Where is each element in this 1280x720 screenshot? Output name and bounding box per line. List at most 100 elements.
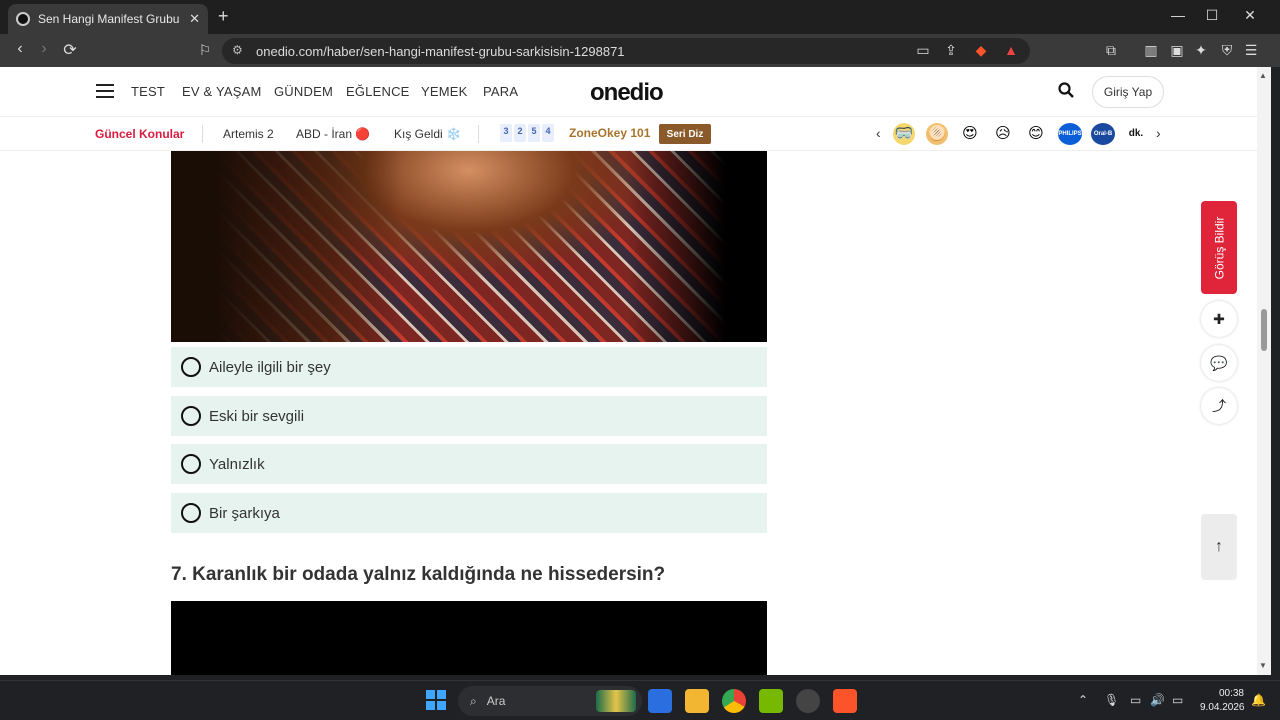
okey-tiles[interactable]: 3254 (500, 124, 554, 142)
emoji-reaction[interactable]: 🥽 (893, 123, 915, 145)
emoji-reaction[interactable]: 😍 (959, 123, 981, 145)
microphone-icon[interactable]: 🎙 (1104, 693, 1119, 707)
nvidia-icon[interactable] (759, 689, 783, 713)
system-clock[interactable]: 00:38 9.04.2026 (1200, 687, 1245, 715)
brave-icon[interactable] (833, 689, 857, 713)
web-page: TEST EV & YAŞAM GÜNDEM EĞLENCE YEMEK PAR… (0, 67, 1257, 675)
chevron-right-icon[interactable]: › (1156, 125, 1161, 141)
window-close-icon[interactable]: ✕ (1240, 7, 1260, 24)
question-image (171, 601, 767, 675)
quiz-option[interactable]: Yalnızlık (171, 444, 767, 484)
tray-chevron-icon[interactable]: ⌃ (1078, 693, 1088, 707)
brand-dk[interactable]: dk. (1124, 123, 1148, 145)
tab-search-icon[interactable]: ⧉ (1102, 42, 1120, 59)
nav-eglence[interactable]: EĞLENCE (346, 84, 410, 99)
scroll-up-icon[interactable]: ▲ (1259, 71, 1267, 80)
emoji-reaction[interactable]: 🫓 (926, 123, 948, 145)
quiz-option[interactable]: Bir şarkıya (171, 493, 767, 533)
volume-icon[interactable]: 🔊 (1150, 693, 1165, 707)
notifications-icon[interactable]: 🔔 (1251, 693, 1266, 707)
brave-shields-icon[interactable]: ◆ (972, 42, 990, 59)
windows-taskbar: ⌕ Ara ⌃ 🎙 ▭ 🔊 ▭ 00:38 9.04.2026 🔔 (0, 680, 1280, 720)
topic-kis-geldi[interactable]: Kış Geldi ❄️ (394, 127, 461, 141)
windows-start-icon[interactable] (426, 690, 446, 710)
emoji-reaction[interactable]: 😊 (1025, 123, 1047, 145)
minimize-icon[interactable]: — (1168, 7, 1188, 23)
forward-icon[interactable]: › (34, 40, 54, 58)
quiz-option[interactable]: Eski bir sevgili (171, 396, 767, 436)
new-tab-button[interactable]: + (218, 6, 229, 27)
search-icon[interactable] (1058, 82, 1074, 98)
tab-title: Sen Hangi Manifest Grubu Şarkısısın (38, 12, 183, 26)
maximize-icon[interactable]: ☐ (1202, 7, 1222, 24)
browser-tab-bar: Sen Hangi Manifest Grubu Şarkısısın ✕ + … (0, 0, 1280, 34)
feedback-button[interactable]: Görüş Bildir (1201, 201, 1237, 294)
nav-gundem[interactable]: GÜNDEM (274, 84, 333, 99)
brand-philips[interactable]: PHILIPS (1058, 123, 1082, 145)
chevron-left-icon[interactable]: ‹ (876, 125, 881, 141)
brand-oralb[interactable]: Oral-B (1091, 123, 1115, 145)
site-header: TEST EV & YAŞAM GÜNDEM EĞLENCE YEMEK PAR… (0, 67, 1257, 117)
page-scrollbar[interactable]: ▲ ▼ (1257, 67, 1271, 675)
option-label: Yalnızlık (209, 455, 265, 473)
option-label: Aileyle ilgili bir şey (209, 358, 331, 376)
network-icon[interactable]: ▭ (1130, 693, 1141, 707)
cast-icon[interactable]: ▭ (914, 42, 932, 59)
hamburger-menu-icon[interactable] (96, 84, 114, 98)
store-icon[interactable] (648, 689, 672, 713)
file-explorer-icon[interactable] (685, 689, 709, 713)
back-icon[interactable]: ‹ (10, 40, 30, 58)
battery-icon[interactable]: ▭ (1172, 693, 1183, 707)
url-text: onedio.com/haber/sen-hangi-manifest-grub… (256, 43, 625, 59)
emoji-reaction[interactable]: 😥 (992, 123, 1014, 145)
sidebar-icon[interactable]: ▥ (1142, 42, 1160, 59)
trending-topics-bar: Güncel Konular Artemis 2 ABD - İran 🔴 Kı… (0, 117, 1257, 151)
browser-toolbar: ‹ › ⟳ ⚐ ⚙ onedio.com/haber/sen-hangi-man… (0, 34, 1280, 67)
browser-tab[interactable]: Sen Hangi Manifest Grubu Şarkısısın ✕ (8, 4, 208, 34)
add-bookmark-icon[interactable]: ✚ (1201, 301, 1237, 337)
taskbar-search[interactable]: ⌕ Ara (458, 686, 642, 716)
onedio-favicon-icon (16, 12, 30, 26)
comments-icon[interactable]: 💬 (1201, 345, 1237, 381)
chrome-icon[interactable] (722, 689, 746, 713)
share-icon[interactable]: ⤴ (1201, 388, 1237, 424)
topic-artemis[interactable]: Artemis 2 (223, 127, 274, 141)
divider (478, 125, 479, 143)
menu-icon[interactable]: ☰ (1242, 42, 1260, 59)
brave-rewards-icon[interactable]: ▲ (1002, 42, 1020, 58)
close-tab-icon[interactable]: ✕ (189, 11, 200, 27)
login-button[interactable]: Giriş Yap (1092, 76, 1164, 108)
quiz-question-image (171, 151, 767, 342)
topic-abd-iran[interactable]: ABD - İran 🔴 (296, 127, 370, 141)
address-bar[interactable]: ⚙ onedio.com/haber/sen-hangi-manifest-gr… (222, 38, 1030, 64)
site-settings-icon[interactable]: ⚙ (232, 43, 243, 57)
obs-icon[interactable] (796, 689, 820, 713)
radio-icon[interactable] (181, 454, 201, 474)
vpn-icon[interactable]: ⛨ (1218, 42, 1236, 59)
quiz-option[interactable]: Aileyle ilgili bir şey (171, 347, 767, 387)
nav-para[interactable]: PARA (483, 84, 518, 99)
nav-test[interactable]: TEST (131, 84, 165, 99)
nav-ev-yasam[interactable]: EV & YAŞAM (182, 84, 262, 99)
nav-yemek[interactable]: YEMEK (421, 84, 468, 99)
scroll-down-icon[interactable]: ▼ (1259, 661, 1267, 670)
scrollbar-thumb[interactable] (1261, 309, 1267, 351)
zoneokey-link[interactable]: ZoneOkey 101 (569, 126, 650, 140)
scroll-to-top-button[interactable]: ↑ (1201, 514, 1237, 580)
search-icon: ⌕ (470, 693, 477, 708)
leo-ai-icon[interactable]: ✦ (1192, 42, 1210, 59)
onedio-logo[interactable]: onedio (590, 79, 664, 107)
radio-icon[interactable] (181, 406, 201, 426)
radio-icon[interactable] (181, 357, 201, 377)
search-placeholder: Ara (486, 694, 506, 708)
wallet-icon[interactable]: ▣ (1168, 42, 1186, 59)
reload-icon[interactable]: ⟳ (60, 40, 80, 60)
bookmark-icon[interactable]: ⚐ (196, 42, 214, 59)
seri-diz-button[interactable]: Seri Diz (659, 124, 711, 144)
share-icon[interactable]: ⇪ (942, 42, 960, 59)
divider (202, 125, 203, 143)
option-label: Eski bir sevgili (209, 407, 305, 425)
current-topics-label: Güncel Konular (95, 127, 185, 141)
radio-icon[interactable] (181, 503, 201, 523)
option-label: Bir şarkıya (209, 504, 280, 522)
